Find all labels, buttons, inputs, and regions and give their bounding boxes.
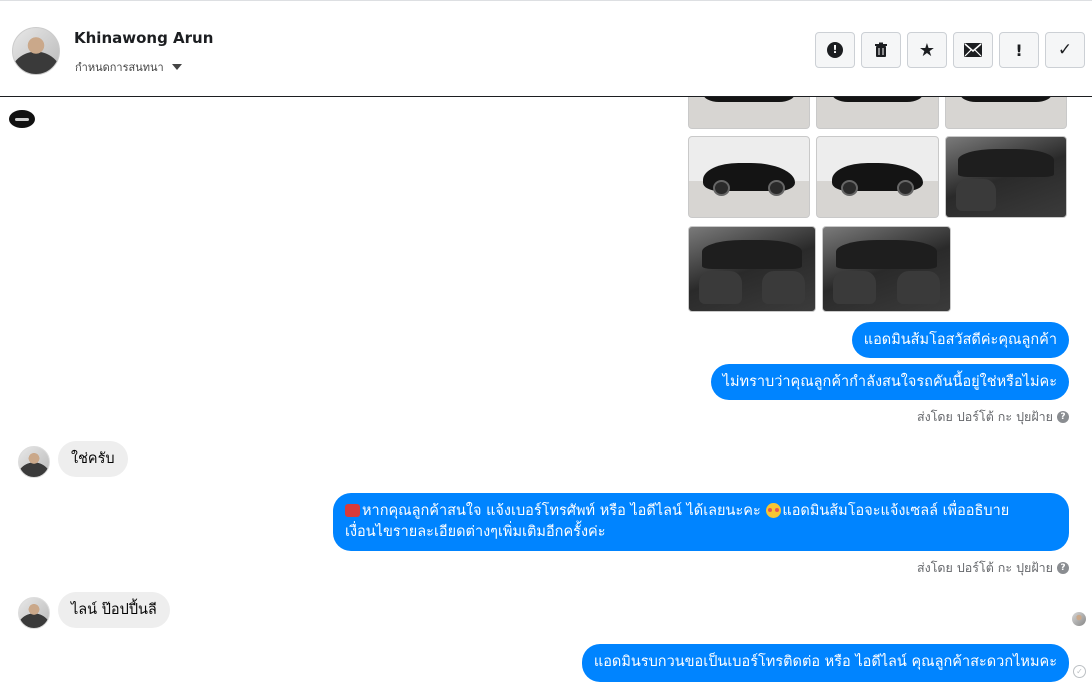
assign-conversation-label: กำหนดการสนทนา [75,61,164,74]
outgoing-message[interactable]: แอดมินส้มโอสวัสดีค่ะคุณลูกค้า [851,322,1069,358]
follow-up-button[interactable]: ! [999,32,1039,68]
car-photo-gallery [688,97,1068,312]
help-icon[interactable]: ? [1057,411,1069,423]
mark-unread-button[interactable] [953,32,993,68]
car-photo[interactable] [945,136,1067,218]
help-icon[interactable]: ? [1057,562,1069,574]
incoming-message[interactable]: ใช่ครับ [58,441,128,477]
caret-down-icon [171,64,182,70]
car-photo[interactable] [945,97,1067,129]
seen-avatar-icon [1072,612,1086,626]
car-photo[interactable] [688,136,810,218]
message-row: ใช่ครับ [58,441,128,477]
car-photo[interactable] [816,136,939,218]
header-actions: ! ★ ! ✓ [815,32,1085,68]
message-row: ไม่ทราบว่าคุณลูกค้ากำลังสนใจรถคันนี้อยู่… [710,364,1069,400]
car-photo[interactable] [822,226,951,312]
sent-check-icon: ✓ [1073,665,1086,678]
heart-eyes-emoji-icon [766,503,782,518]
star-icon: ★ [918,39,936,61]
contact-name[interactable]: Khinawong Arun [74,29,213,47]
mark-done-button[interactable]: ✓ [1045,32,1085,68]
trash-icon [875,42,887,57]
outgoing-message[interactable]: แอดมินรบกวนขอเป็นเบอร์โทรติดต่อ หรือ ไอด… [581,644,1069,682]
car-photo[interactable] [816,97,939,129]
exclamation-icon: ! [1015,40,1023,60]
incoming-message[interactable]: ไลน์ ป๊อปปี้นลี [58,592,170,628]
sent-by-label: ส่งโดย ปอร์โต้ กะ ปุยฝ้าย ? [917,407,1069,427]
conversation-header: Khinawong Arun กำหนดการสนทนา ! ★ ! ✓ [0,0,1092,97]
message-row: ไลน์ ป๊อปปี้นลี [58,592,170,628]
message-text: เงื่อนไขรายละเอียดต่างๆเพิ่มเติมอีกครั้ง… [345,524,606,540]
sent-by-label: ส่งโดย ปอร์โต้ กะ ปุยฝ้าย ? [917,558,1069,578]
message-row: แอดมินส้มโอสวัสดีค่ะคุณลูกค้า [851,322,1069,358]
contact-avatar-small[interactable] [18,597,50,629]
car-photo[interactable] [688,97,810,129]
outgoing-message[interactable]: หากคุณลูกค้าสนใจ แจ้งเบอร์โทรศัพท์ หรือ … [333,493,1069,551]
envelope-icon [964,43,982,57]
alert-circle-icon: ! [827,42,843,58]
assign-conversation-dropdown[interactable]: กำหนดการสนทนา [75,58,182,76]
message-text: หากคุณลูกค้าสนใจ แจ้งเบอร์โทรศัพท์ หรือ … [362,503,761,519]
outgoing-message[interactable]: ไม่ทราบว่าคุณลูกค้ากำลังสนใจรถคันนี้อยู่… [710,364,1069,400]
star-button[interactable]: ★ [907,32,947,68]
message-text: แอดมินส้มโอจะแจ้งเซลล์ เพื่ออธิบาย [782,503,1010,519]
contact-avatar-small[interactable] [18,446,50,478]
message-row: แอดมินรบกวนขอเป็นเบอร์โทรติดต่อ หรือ ไอด… [581,644,1069,682]
telephone-emoji-icon [345,504,360,517]
sent-by-text: ส่งโดย ปอร์โต้ กะ ปุยฝ้าย [916,560,1053,575]
mark-spam-button[interactable]: ! [815,32,855,68]
contact-avatar[interactable] [12,27,60,75]
car-photo[interactable] [688,226,816,312]
delete-button[interactable] [861,32,901,68]
page-logo [9,110,35,128]
sent-by-text: ส่งโดย ปอร์โต้ กะ ปุยฝ้าย [916,409,1053,424]
check-icon: ✓ [1057,40,1073,60]
